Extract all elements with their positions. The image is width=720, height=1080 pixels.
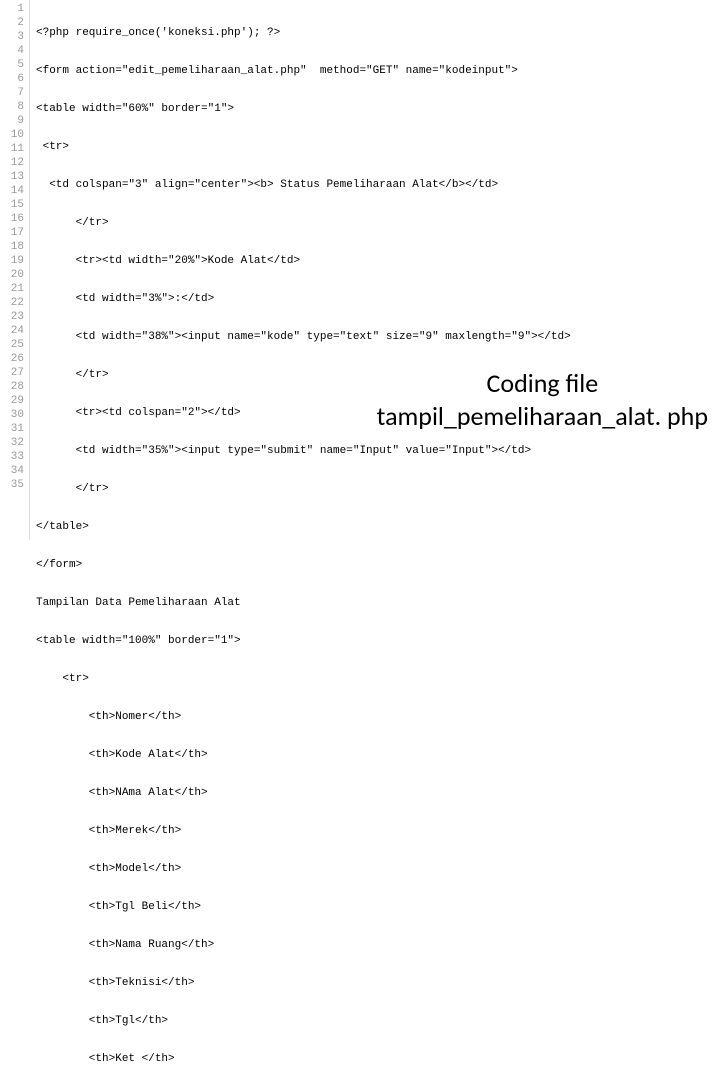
line-number: 27 [0,366,24,380]
line-number: 8 [0,100,24,114]
code-line: <th>Model</th> [36,862,720,876]
code-line: <td width="35%"><input type="submit" nam… [36,444,720,458]
caption-line1: Coding file [377,367,708,400]
code-area[interactable]: <?php require_once('koneksi.php'); ?> <f… [30,0,720,540]
code-line: </form> [36,558,720,572]
code-line: <tr> [36,672,720,686]
code-line: </tr> [36,482,720,496]
line-number: 25 [0,338,24,352]
line-number: 23 [0,310,24,324]
line-number: 28 [0,380,24,394]
line-number: 11 [0,142,24,156]
code-line: <tr><td width="20%">Kode Alat</td> [36,254,720,268]
line-number: 30 [0,408,24,422]
line-number: 34 [0,464,24,478]
code-line: <td width="3%">:</td> [36,292,720,306]
line-number: 31 [0,422,24,436]
line-number: 7 [0,86,24,100]
code-line: <?php require_once('koneksi.php'); ?> [36,26,720,40]
line-number: 19 [0,254,24,268]
code-line: <th>Merek</th> [36,824,720,838]
code-line: <td colspan="3" align="center"><b> Statu… [36,178,720,192]
line-number: 24 [0,324,24,338]
line-number: 14 [0,184,24,198]
code-line: </tr> [36,216,720,230]
line-number: 26 [0,352,24,366]
line-number: 2 [0,16,24,30]
code-line: <th>Tgl Beli</th> [36,900,720,914]
line-number: 21 [0,282,24,296]
line-number: 5 [0,58,24,72]
line-number: 1 [0,2,24,16]
code-line: <form action="edit_pemeliharaan_alat.php… [36,64,720,78]
line-number-gutter: 1 2 3 4 5 6 7 8 9 10 11 12 13 14 15 16 1… [0,0,30,540]
code-line: <th>Kode Alat</th> [36,748,720,762]
code-line: <table width="60%" border="1"> [36,102,720,116]
line-number: 4 [0,44,24,58]
code-line: <th>Nomer</th> [36,710,720,724]
code-line: <th>Ket </th> [36,1052,720,1066]
code-line: <td width="38%"><input name="kode" type=… [36,330,720,344]
line-number: 9 [0,114,24,128]
caption-line2: tampil_pemeliharaan_alat. php [377,400,708,433]
line-number: 3 [0,30,24,44]
line-number: 32 [0,436,24,450]
line-number: 13 [0,170,24,184]
line-number: 10 [0,128,24,142]
code-line: <th>NAma Alat</th> [36,786,720,800]
code-line: <th>Teknisi</th> [36,976,720,990]
line-number: 16 [0,212,24,226]
code-line: </table> [36,520,720,534]
line-number: 35 [0,478,24,492]
code-line: <th>Tgl</th> [36,1014,720,1028]
line-number: 12 [0,156,24,170]
line-number: 22 [0,296,24,310]
line-number: 33 [0,450,24,464]
line-number: 17 [0,226,24,240]
code-line: Tampilan Data Pemeliharaan Alat [36,596,720,610]
line-number: 6 [0,72,24,86]
line-number: 18 [0,240,24,254]
line-number: 15 [0,198,24,212]
slide-caption: Coding file tampil_pemeliharaan_alat. ph… [377,367,708,432]
line-number: 20 [0,268,24,282]
code-line: <table width="100%" border="1"> [36,634,720,648]
line-number: 29 [0,394,24,408]
code-line: <tr> [36,140,720,154]
code-editor: 1 2 3 4 5 6 7 8 9 10 11 12 13 14 15 16 1… [0,0,720,540]
code-line: <th>Nama Ruang</th> [36,938,720,952]
